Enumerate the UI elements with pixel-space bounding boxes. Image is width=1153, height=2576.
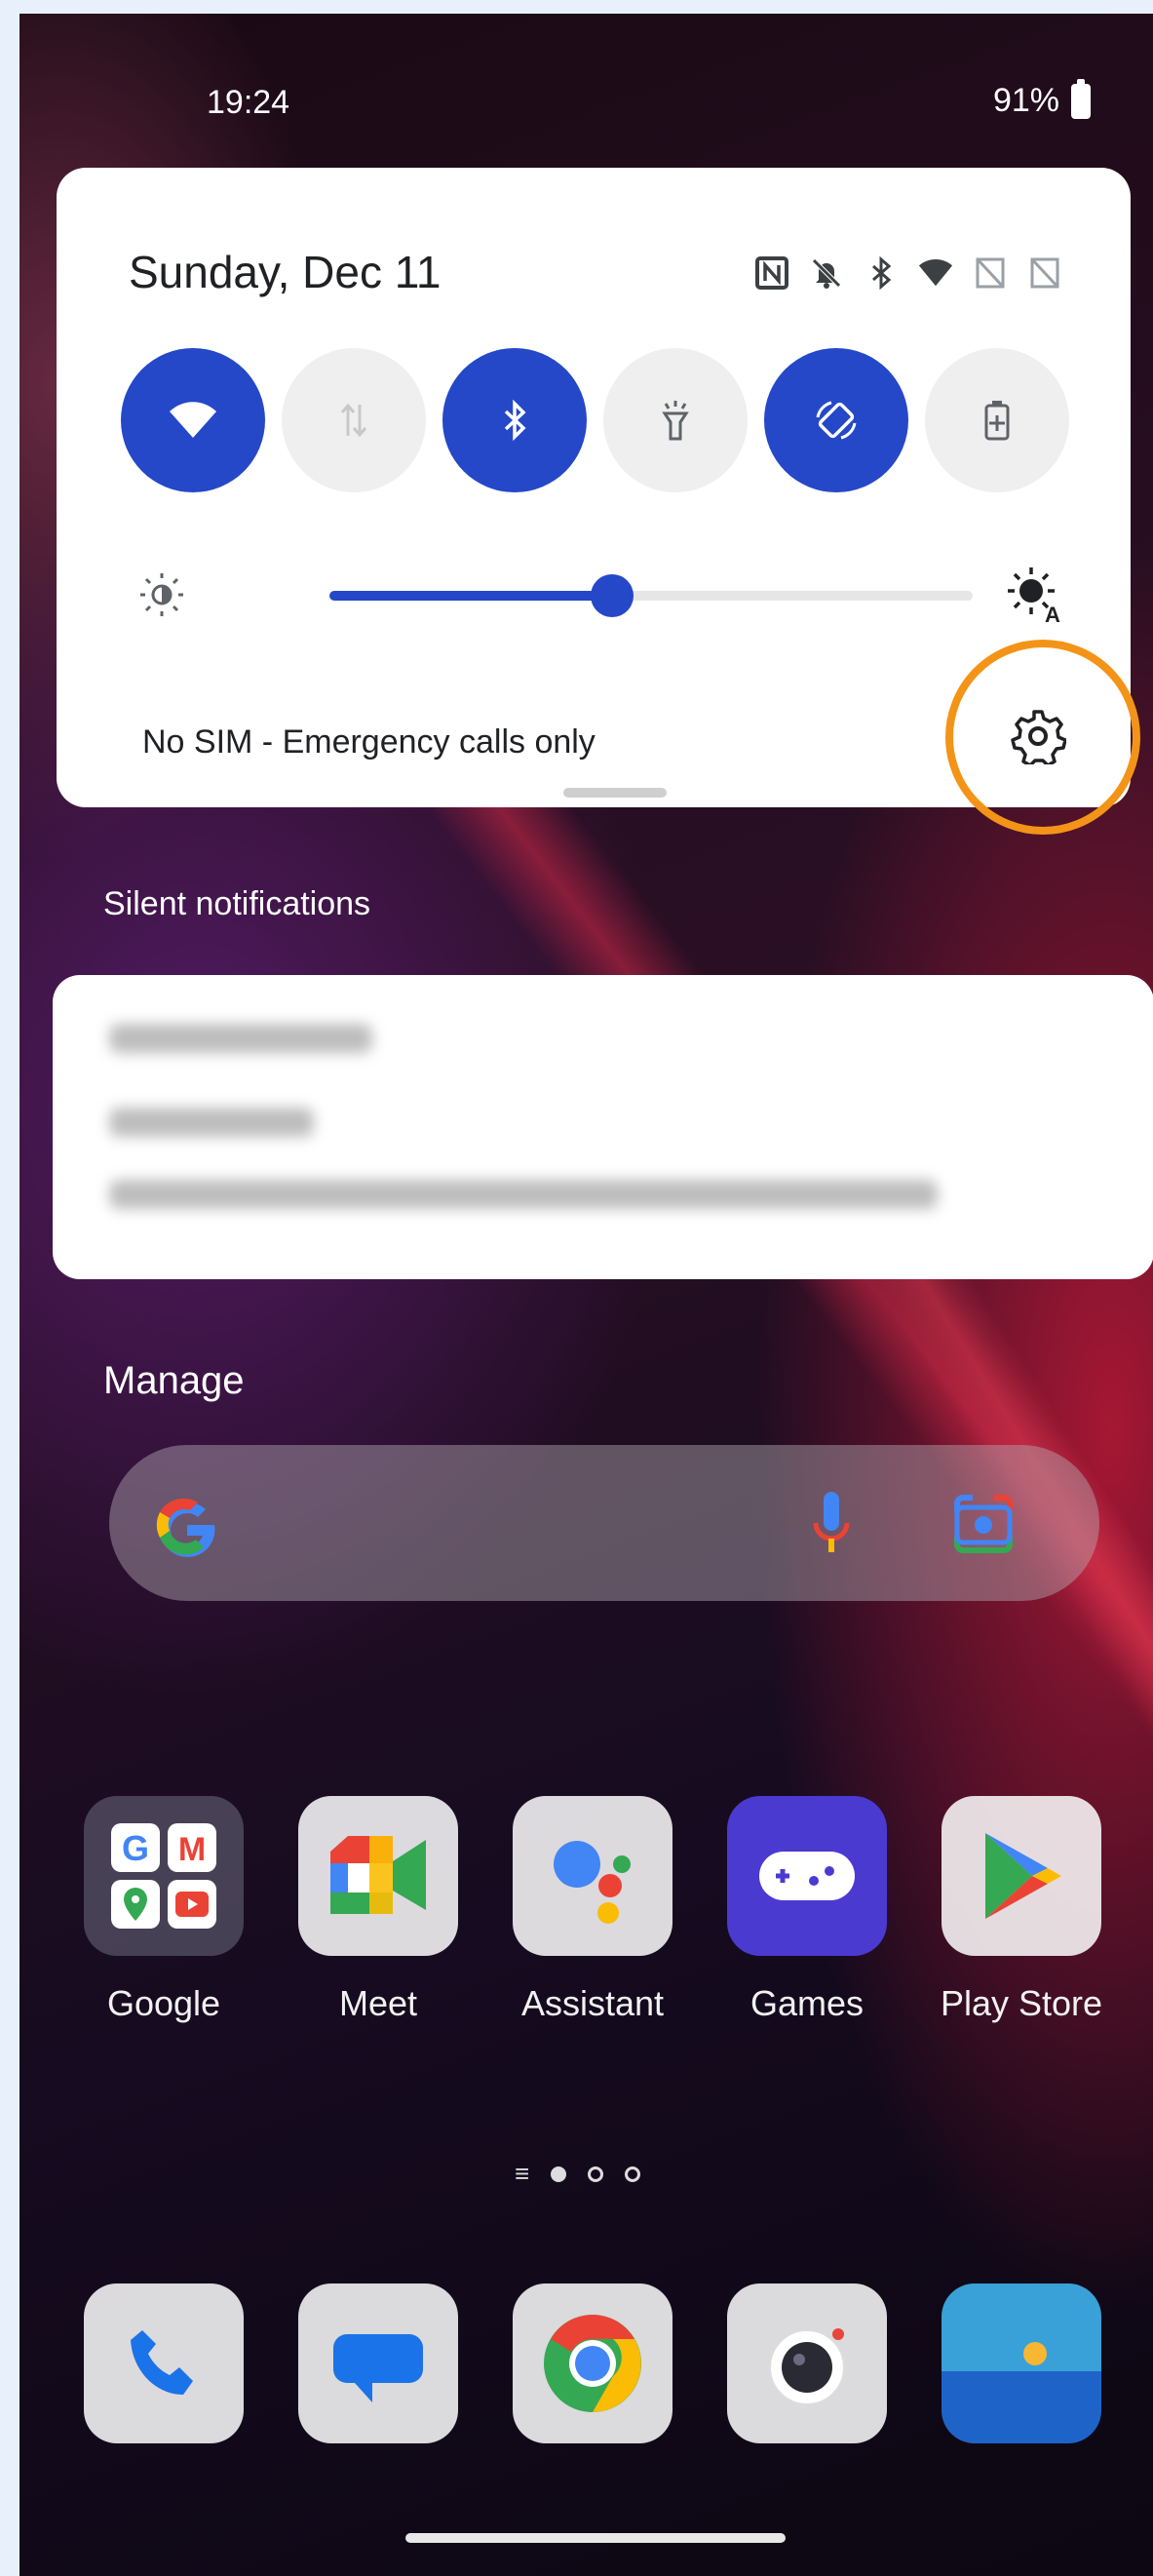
brightness-fill (329, 591, 612, 601)
clock: 19:24 (207, 84, 290, 121)
dock-phone[interactable] (66, 2283, 261, 2443)
nfc-icon (754, 255, 789, 291)
app-google[interactable]: G M Google (66, 1796, 261, 2024)
bluetooth-icon (504, 399, 526, 442)
bell-off-icon (809, 255, 844, 291)
date-label: Sunday, Dec 11 (129, 247, 442, 297)
blurred-title (109, 1108, 314, 1137)
app-label: Games (749, 1983, 865, 2023)
quick-settings-panel: Sunday, Dec 11 A No SIM - Emergency call… (57, 168, 1140, 835)
wifi-status-icon (918, 255, 953, 291)
wifi-icon (170, 402, 216, 438)
silent-notifications-header: Silent notifications (103, 885, 371, 922)
notification-card[interactable] (53, 975, 1153, 1279)
assistant-icon (513, 1796, 673, 1956)
svg-text:M: M (178, 1831, 206, 1868)
app-label: Assistant (520, 1983, 665, 2023)
wifi-tile[interactable] (121, 348, 265, 492)
page-dot (625, 2166, 641, 2182)
lens-icon[interactable] (949, 1490, 1018, 1558)
microphone-icon[interactable] (809, 1488, 854, 1562)
play-store-icon (942, 1796, 1101, 1956)
status-bar: 19:24 91% (19, 14, 1153, 179)
app-label: Meet (338, 1983, 418, 2023)
system-icons (754, 255, 1062, 291)
battery-percent: 91% (992, 82, 1059, 119)
svg-text:A: A (1045, 603, 1060, 624)
google-folder-icon: G M (84, 1796, 244, 1956)
battery-indicator: 91% (992, 78, 1091, 120)
bluetooth-status-icon (864, 255, 899, 291)
app-label: Play Store (940, 1983, 1103, 2023)
meet-icon (298, 1796, 458, 1956)
dock-chrome[interactable] (495, 2283, 690, 2443)
google-search-bar[interactable] (109, 1445, 1099, 1601)
google-g-icon (156, 1498, 215, 1557)
manage-button[interactable]: Manage (103, 1359, 245, 1403)
brightness-control: A (135, 558, 1060, 626)
blurred-body (109, 1180, 938, 1209)
all-apps-icon[interactable]: ≡ (515, 2159, 529, 2189)
app-assistant[interactable]: Assistant (495, 1796, 690, 2024)
no-sim-icon (1027, 255, 1062, 291)
brightness-low-icon (140, 573, 183, 616)
app-games[interactable]: Games (710, 1796, 904, 2024)
games-icon (727, 1796, 887, 1956)
messages-icon (298, 2283, 458, 2443)
app-play-store[interactable]: Play Store (924, 1796, 1119, 2024)
page-dot (588, 2166, 604, 2182)
phone-icon (84, 2283, 244, 2443)
app-meet[interactable]: Meet (281, 1796, 476, 2024)
battery-saver-icon (984, 401, 1010, 441)
svg-text:G: G (122, 1828, 149, 1868)
blurred-app-name (109, 1024, 372, 1053)
dock-messages[interactable] (281, 2283, 476, 2443)
bluetooth-tile[interactable] (442, 348, 587, 492)
mobile-data-tile[interactable] (282, 348, 426, 492)
brightness-slider[interactable] (329, 574, 973, 617)
battery-saver-tile[interactable] (925, 348, 1069, 492)
dock-gallery[interactable] (924, 2283, 1119, 2443)
auto-brightness-icon[interactable]: A (1002, 562, 1064, 624)
flashlight-tile[interactable] (603, 348, 748, 492)
panel-drag-handle[interactable] (563, 788, 667, 798)
page-indicator: ≡ (515, 2159, 641, 2189)
sim-status: No SIM - Emergency calls only (142, 723, 596, 761)
page-dot (551, 2166, 567, 2182)
gallery-icon (942, 2283, 1101, 2443)
auto-rotate-icon (816, 401, 857, 440)
brightness-thumb[interactable] (591, 574, 634, 617)
no-sim-icon (973, 255, 1008, 291)
highlight-circle (945, 640, 1140, 835)
app-label: Google (106, 1983, 221, 2023)
camera-icon (727, 2283, 887, 2443)
quick-tiles (121, 348, 1076, 494)
phone-screen: 19:24 91% Sunday, Dec 11 A No SIM - Emer… (19, 14, 1153, 2576)
battery-icon (1071, 78, 1091, 119)
chrome-icon (513, 2283, 673, 2443)
flashlight-icon (662, 401, 689, 441)
dock-camera[interactable] (710, 2283, 904, 2443)
gesture-navigation-bar[interactable] (405, 2533, 786, 2543)
mobile-data-icon (340, 403, 367, 438)
auto-rotate-tile[interactable] (764, 348, 908, 492)
